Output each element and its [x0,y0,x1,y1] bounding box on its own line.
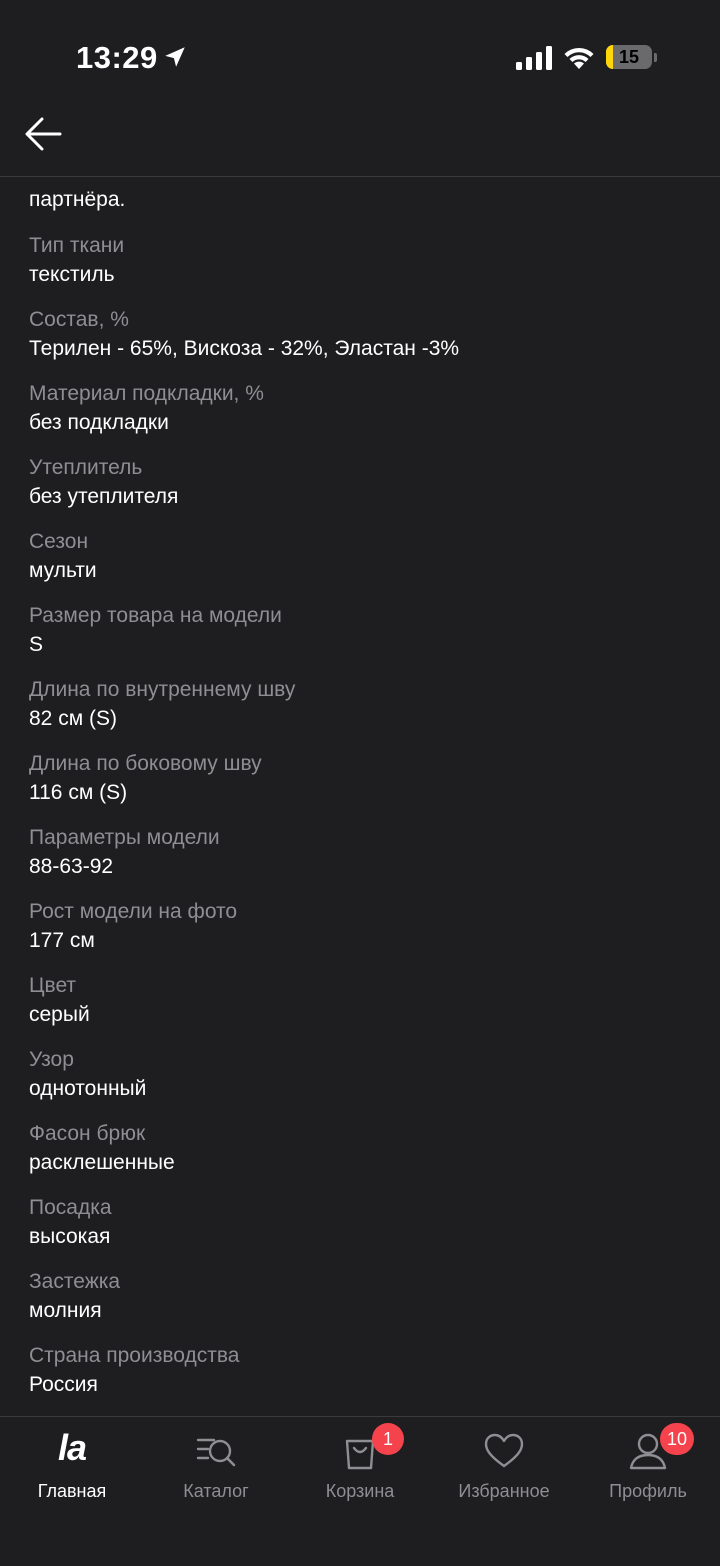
property-row: Размер товара на модели S [29,602,689,676]
property-row: Фасон брюк расклешенные [29,1120,689,1194]
wifi-icon [564,47,594,69]
arrow-left-icon[interactable] [22,112,66,156]
la-logo-icon: la [57,1427,87,1468]
profile-badge: 10 [660,1423,695,1455]
property-row: Застежка молния [29,1268,689,1342]
nav-header [0,110,720,177]
property-value: 82 см (S) [29,707,117,730]
property-value: S [29,633,44,656]
property-row: Длина по внутреннему шву 82 см (S) [29,676,689,750]
tab-profile-label: Профиль [609,1481,687,1501]
property-label: Размер товара на модели [29,604,282,627]
tab-home-label: Главная [37,1481,107,1501]
property-value: высокая [29,1225,111,1248]
property-row: Материал подкладки, % без подкладки [29,380,689,454]
property-row: Рост модели на фото 177 см [29,898,689,972]
property-value: расклешенные [29,1151,175,1174]
battery-level: 15 [618,47,640,67]
tab-favorites[interactable]: Избранное [432,1417,576,1527]
location-arrow-icon [165,47,185,67]
property-row: Цвет серый [29,972,689,1046]
property-row: Посадка высокая [29,1194,689,1268]
tab-profile[interactable]: 10 Профиль [576,1417,720,1527]
property-row: Параметры модели 88-63-92 [29,824,689,898]
property-row: Узор однотонный [29,1046,689,1120]
tab-favorites-label: Избранное [458,1481,550,1501]
status-time: 13:29 [76,40,158,75]
property-label: Состав, % [29,308,129,331]
property-label: Тип ткани [29,234,125,257]
property-label: Цвет [29,974,77,997]
property-label: Страна производства [29,1344,240,1367]
property-label: Фасон брюк [29,1122,146,1145]
property-label: Узор [29,1048,74,1071]
tab-catalog-label: Каталог [183,1481,249,1501]
tab-bar: la Главная Каталог 1 Корзина Избранное 1… [0,1416,720,1566]
property-value: Терилен - 65%, Вискоза - 32%, Эластан -3… [29,337,460,360]
property-label: Параметры модели [29,826,220,849]
status-bar: 13:29 15 [0,0,720,110]
property-value: 177 см [29,929,95,952]
property-label: Сезон [29,530,89,553]
property-value: серый [29,1003,90,1026]
property-row: Утеплитель без утеплителя [29,454,689,528]
property-row: Сезон мульти [29,528,689,602]
property-row: Состав, % Терилен - 65%, Вискоза - 32%, Э… [29,306,689,380]
property-label: Рост модели на фото [29,900,238,923]
property-value: 88-63-92 [29,855,114,878]
property-label: Посадка [29,1196,112,1219]
catalog-search-icon [196,1438,236,1467]
property-label: Утеплитель [29,456,143,479]
property-label: Длина по внутреннему шву [29,678,296,701]
battery-icon: 15 [606,45,657,71]
property-value: текстиль [29,263,115,286]
tab-cart-label: Корзина [325,1481,395,1501]
property-value: без утеплителя [29,485,179,508]
description-tail: партнёра. [29,188,126,211]
tab-cart[interactable]: 1 Корзина [288,1417,432,1527]
property-row: Тип ткани текстиль [29,232,689,306]
product-details: партнёра. Тип ткани текстиль Состав, % Тери… [0,176,720,1416]
signal-icon [516,46,552,70]
property-label: Длина по боковому шву [29,752,262,775]
property-row: Длина по боковому шву 116 см (S) [29,750,689,824]
property-label: Застежка [29,1270,121,1293]
properties-list: Тип ткани текстиль Состав, % Терилен - 65%,… [29,232,689,1416]
property-value: без подкладки [29,411,169,434]
tab-home[interactable]: la Главная [0,1417,144,1527]
property-value: мульти [29,559,97,582]
tab-catalog[interactable]: Каталог [144,1417,288,1527]
property-value: 116 см (S) [29,781,128,804]
property-value: Россия [29,1373,98,1396]
property-value: однотонный [29,1077,147,1100]
property-value: молния [29,1299,102,1322]
property-row: Страна производства Россия [29,1342,689,1416]
property-label: Материал подкладки, % [29,382,264,405]
cart-badge: 1 [372,1423,404,1455]
heart-icon [484,1433,524,1468]
